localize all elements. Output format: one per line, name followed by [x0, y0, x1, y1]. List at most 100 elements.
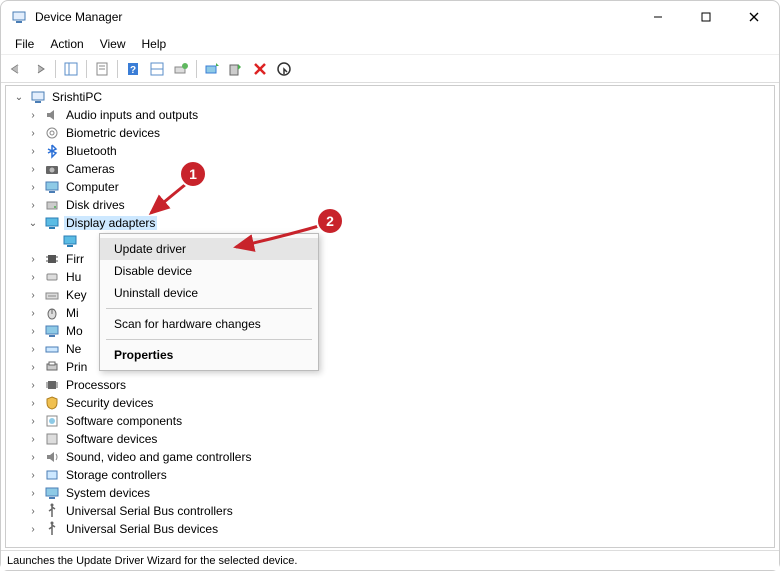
sound-icon: [44, 449, 60, 465]
menu-properties[interactable]: Properties: [100, 344, 318, 366]
tree-item-biometric[interactable]: › Biometric devices: [8, 124, 772, 142]
storage-icon: [44, 467, 60, 483]
expand-icon[interactable]: ›: [26, 470, 40, 481]
tree-item-label: Software devices: [64, 432, 159, 446]
keyboard-icon: [44, 287, 60, 303]
expand-icon[interactable]: ›: [26, 362, 40, 373]
monitor-icon: [44, 323, 60, 339]
forward-button[interactable]: [29, 58, 51, 80]
expand-icon[interactable]: ›: [26, 488, 40, 499]
toolbar-separator: [86, 60, 87, 78]
tree-item-label: System devices: [64, 486, 152, 500]
menu-view[interactable]: View: [92, 35, 134, 53]
svg-text:?: ?: [130, 65, 136, 76]
tree-item-storage[interactable]: › Storage controllers: [8, 466, 772, 484]
monitor-icon: [44, 179, 60, 195]
close-button[interactable]: [739, 7, 769, 27]
expand-icon[interactable]: ›: [26, 128, 40, 139]
uninstall-button[interactable]: [249, 58, 271, 80]
expand-icon[interactable]: ›: [26, 398, 40, 409]
expand-icon[interactable]: ›: [26, 416, 40, 427]
tree-item-software-components[interactable]: › Software components: [8, 412, 772, 430]
menu-update-driver[interactable]: Update driver: [100, 238, 318, 260]
add-legacy-button[interactable]: [170, 58, 192, 80]
tree-item-usb-controllers[interactable]: › Universal Serial Bus controllers: [8, 502, 772, 520]
expand-icon[interactable]: ›: [26, 254, 40, 265]
tree-item-sound[interactable]: › Sound, video and game controllers: [8, 448, 772, 466]
expand-icon[interactable]: ›: [26, 452, 40, 463]
display-adapter-icon: [44, 215, 60, 231]
display-adapter-icon: [62, 233, 78, 249]
callout-bubble: 2: [316, 207, 344, 235]
expand-icon[interactable]: ›: [26, 182, 40, 193]
menu-separator: [106, 339, 312, 340]
minimize-button[interactable]: [643, 7, 673, 27]
tree-item-processors[interactable]: › Processors: [8, 376, 772, 394]
collapse-icon[interactable]: ⌄: [26, 218, 40, 229]
menu-file[interactable]: File: [7, 35, 42, 53]
expand-icon[interactable]: ›: [26, 344, 40, 355]
toolbar-separator: [117, 60, 118, 78]
expand-icon[interactable]: ›: [26, 290, 40, 301]
callout-bubble: 1: [179, 160, 207, 188]
expand-icon[interactable]: ›: [26, 146, 40, 157]
expand-icon[interactable]: ›: [26, 272, 40, 283]
tree-item-label: Mo: [64, 324, 85, 338]
expand-icon[interactable]: ›: [26, 308, 40, 319]
tree-item-audio[interactable]: › Audio inputs and outputs: [8, 106, 772, 124]
menu-disable-device[interactable]: Disable device: [100, 260, 318, 282]
tree-item-software-devices[interactable]: › Software devices: [8, 430, 772, 448]
network-icon: [44, 341, 60, 357]
tree-item-usb-devices[interactable]: › Universal Serial Bus devices: [8, 520, 772, 538]
tree-item-bluetooth[interactable]: › Bluetooth: [8, 142, 772, 160]
tree-item-label: Firr: [64, 252, 86, 266]
expand-icon[interactable]: ›: [26, 326, 40, 337]
menu-help[interactable]: Help: [134, 35, 175, 53]
toolbar-separator: [196, 60, 197, 78]
tree-item-disk[interactable]: › Disk drives: [8, 196, 772, 214]
tree-item-label: Universal Serial Bus controllers: [64, 504, 235, 518]
scan-button[interactable]: [146, 58, 168, 80]
maximize-button[interactable]: [691, 7, 721, 27]
tree-item-label: Computer: [64, 180, 121, 194]
menu-action[interactable]: Action: [42, 35, 91, 53]
tree-item-label: Display adapters: [64, 216, 157, 230]
expand-icon[interactable]: ›: [26, 110, 40, 121]
tree-item-label: Biometric devices: [64, 126, 162, 140]
component-icon: [44, 413, 60, 429]
properties-button[interactable]: [91, 58, 113, 80]
tree-item-label: Disk drives: [64, 198, 127, 212]
expand-icon[interactable]: ›: [26, 524, 40, 535]
expand-icon[interactable]: ›: [26, 434, 40, 445]
system-icon: [44, 485, 60, 501]
expand-icon[interactable]: ›: [26, 164, 40, 175]
expand-icon[interactable]: ›: [26, 380, 40, 391]
statusbar: Launches the Update Driver Wizard for th…: [1, 550, 779, 570]
tree-root[interactable]: ⌄ SrishtiPC: [8, 88, 772, 106]
help-button[interactable]: ?: [122, 58, 144, 80]
tree-item-display-adapters[interactable]: ⌄ Display adapters: [8, 214, 772, 232]
usb-icon: [44, 503, 60, 519]
mouse-icon: [44, 305, 60, 321]
enable-button[interactable]: [273, 58, 295, 80]
menu-separator: [106, 308, 312, 309]
menu-scan-hardware[interactable]: Scan for hardware changes: [100, 313, 318, 335]
menu-uninstall-device[interactable]: Uninstall device: [100, 282, 318, 304]
tree-item-cameras[interactable]: › Cameras: [8, 160, 772, 178]
tree-item-label: Bluetooth: [64, 144, 119, 158]
disable-button[interactable]: [225, 58, 247, 80]
tree-item-computer[interactable]: › Computer: [8, 178, 772, 196]
expand-icon[interactable]: ›: [26, 200, 40, 211]
printer-icon: [44, 359, 60, 375]
collapse-icon[interactable]: ⌄: [12, 92, 26, 103]
tree-item-system[interactable]: › System devices: [8, 484, 772, 502]
tree-item-label: Software components: [64, 414, 184, 428]
update-driver-button[interactable]: [201, 58, 223, 80]
back-button[interactable]: [5, 58, 27, 80]
show-hide-tree-button[interactable]: [60, 58, 82, 80]
annotation-callout-2: 2: [316, 207, 344, 235]
expand-icon[interactable]: ›: [26, 506, 40, 517]
tree-item-security[interactable]: › Security devices: [8, 394, 772, 412]
tree-item-label: Security devices: [64, 396, 155, 410]
disk-icon: [44, 197, 60, 213]
